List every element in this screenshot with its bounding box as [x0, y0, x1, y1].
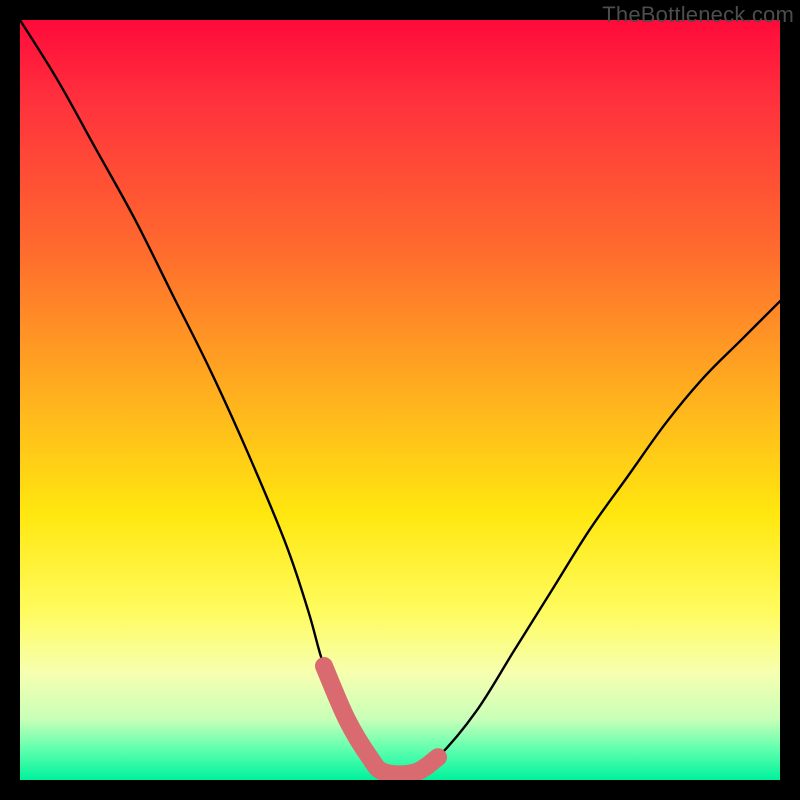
curve-layer — [20, 20, 780, 780]
optimal-band — [324, 666, 438, 774]
watermark-text: TheBottleneck.com — [602, 2, 794, 28]
chart-frame: TheBottleneck.com — [0, 0, 800, 800]
bottleneck-curve — [20, 20, 780, 774]
plot-area — [20, 20, 780, 780]
